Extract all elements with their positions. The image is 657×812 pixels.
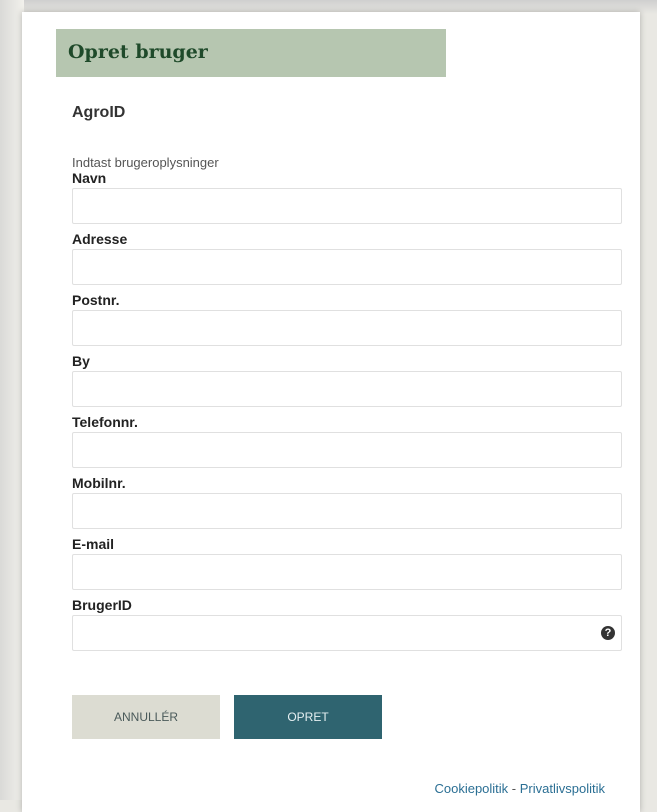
footer-separator: - xyxy=(508,781,520,796)
postnr-input[interactable] xyxy=(72,310,622,346)
postnr-label: Postnr. xyxy=(72,292,120,308)
navn-label: Navn xyxy=(72,170,107,186)
app-name: AgroID xyxy=(72,104,126,121)
adresse-label: Adresse xyxy=(72,231,128,247)
email-label: E-mail xyxy=(72,536,115,552)
page-title: Opret bruger xyxy=(68,41,208,63)
create-button[interactable]: OPRET xyxy=(234,695,382,739)
left-gutter xyxy=(0,0,24,800)
mobilnr-input[interactable] xyxy=(72,493,622,529)
brugerid-label: BrugerID xyxy=(72,597,132,613)
cancel-button[interactable]: ANNULLÉR xyxy=(72,695,220,739)
mobilnr-label: Mobilnr. xyxy=(72,475,126,491)
navn-input[interactable] xyxy=(72,188,622,224)
footer-links: Cookiepolitik - Privatlivspolitik xyxy=(434,781,605,796)
form-instructions: Indtast brugeroplysninger xyxy=(72,155,219,170)
by-input[interactable] xyxy=(72,371,622,407)
help-icon[interactable]: ? xyxy=(601,626,615,640)
telefonnr-label: Telefonnr. xyxy=(72,414,138,430)
brugerid-input[interactable]: ? xyxy=(72,615,622,651)
telefonnr-input[interactable] xyxy=(72,432,622,468)
cookie-policy-link[interactable]: Cookiepolitik xyxy=(434,781,508,796)
by-label: By xyxy=(72,353,90,369)
header-bar: Opret bruger xyxy=(56,29,446,77)
email-input[interactable] xyxy=(72,554,622,590)
adresse-input[interactable] xyxy=(72,249,622,285)
privacy-policy-link[interactable]: Privatlivspolitik xyxy=(520,781,605,796)
form-panel: Opret bruger AgroID Indtast brugeroplysn… xyxy=(22,12,640,812)
